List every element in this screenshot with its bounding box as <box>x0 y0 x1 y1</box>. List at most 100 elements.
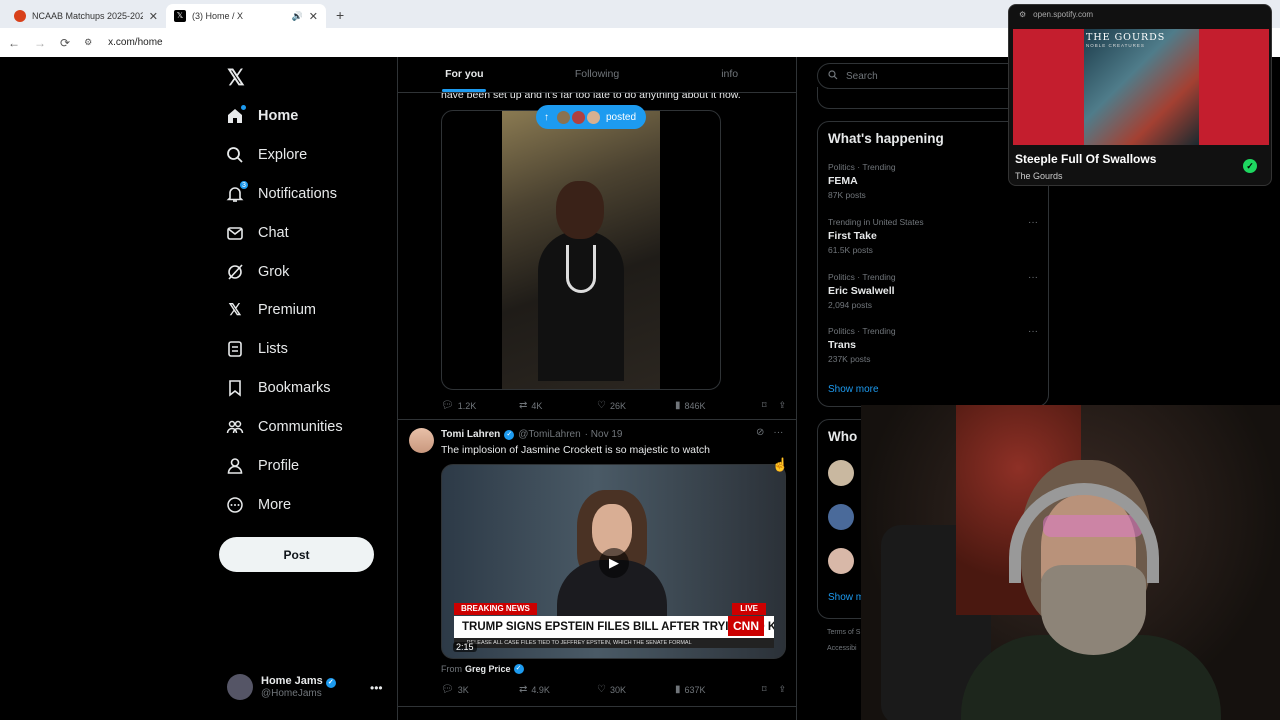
news-ticker: ...RELEASE ALL CASE FILES TIED TO JEFFRE… <box>454 638 774 648</box>
more-circle-icon <box>226 496 244 514</box>
saved-check-icon[interactable]: ✓ <box>1243 159 1257 173</box>
arrow-up-icon: ↑ <box>544 111 549 123</box>
avatar[interactable] <box>828 504 854 530</box>
nav-label: Explore <box>258 147 308 163</box>
reload-icon[interactable]: ⟳ <box>60 36 70 50</box>
speaker-icon[interactable]: 🔊 <box>292 11 303 22</box>
avatar <box>571 109 586 125</box>
account-switcher[interactable]: Home Jams ✓ @HomeJams <box>227 674 336 700</box>
avatar[interactable] <box>828 460 854 486</box>
share-icon[interactable]: ⇪ <box>778 684 786 695</box>
grok-icon[interactable]: ⊘ <box>756 427 764 438</box>
reply-icon: 💬︎ <box>441 400 454 411</box>
nav-bookmarks[interactable]: Bookmarks <box>226 376 331 400</box>
author-name[interactable]: Tomi Lahren <box>441 429 500 440</box>
tweet-text: The implosion of Jasmine Crockett is so … <box>441 444 711 456</box>
track-artist[interactable]: The Gourds <box>1015 171 1063 181</box>
new-tab-button[interactable]: + <box>326 4 354 28</box>
avatar[interactable] <box>409 428 434 453</box>
nav-chat[interactable]: Chat <box>226 221 289 245</box>
show-more-link[interactable]: Show more <box>828 384 879 395</box>
footer-link[interactable]: Terms of S <box>827 629 860 636</box>
profile-icon <box>226 457 244 475</box>
nav-explore[interactable]: Explore <box>226 143 307 167</box>
nav-label: Communities <box>258 419 343 435</box>
section-title: Who <box>828 429 858 444</box>
post-button[interactable]: Post <box>219 537 374 572</box>
repost-button[interactable]: ⇄ 4.9K <box>519 684 597 695</box>
like-button[interactable]: ♡ 30K <box>597 684 675 695</box>
nav-label: Profile <box>258 458 300 474</box>
trend-item[interactable]: Politics · Trending Eric Swalwell 2,094 … <box>828 272 1043 310</box>
tab-favicon-icon <box>14 10 26 22</box>
show-more-link[interactable]: Show m <box>828 592 864 603</box>
tab-info[interactable]: info <box>663 57 796 92</box>
site-info-icon[interactable]: ⚙ <box>84 37 92 48</box>
tweet-actions: 💬︎ 3K ⇄ 4.9K ♡ 30K ▮ 637K ⌑ ⇪ <box>441 684 786 695</box>
nav-premium[interactable]: 𝕏 Premium <box>226 298 316 322</box>
cover-subtitle: NOBLE CREATURES <box>1086 43 1145 48</box>
mail-icon <box>226 224 244 242</box>
cnn-logo: CNN <box>728 616 764 636</box>
account-more-icon[interactable]: ••• <box>370 681 383 695</box>
more-icon[interactable]: ··· <box>1028 217 1038 228</box>
close-tab-icon[interactable]: ✕ <box>149 10 158 23</box>
home-icon <box>226 105 246 125</box>
nav-more[interactable]: More <box>226 493 291 517</box>
address-bar[interactable]: x.com/home <box>108 37 162 48</box>
chyron-headline: TRUMP SIGNS EPSTEIN FILES BILL AFTER TRY… <box>454 616 774 638</box>
bell-icon: 3 <box>226 180 249 203</box>
trend-item[interactable]: Politics · Trending Trans 237K posts ··· <box>828 326 1043 364</box>
spotify-mini-player[interactable]: ⚙ open.spotify.com THE GOURDS NOBLE CREA… <box>1008 4 1272 186</box>
source-name[interactable]: Greg Price <box>465 664 511 674</box>
nav-label: Grok <box>258 264 290 280</box>
share-icon[interactable]: ⇪ <box>778 400 786 411</box>
tweet-actions: 💬︎ 1.2K ⇄ 4K ♡ 26K ▮ 846K ⌑ ⇪ <box>441 400 786 411</box>
tab-for-you[interactable]: For you <box>398 57 531 92</box>
tab-following[interactable]: Following <box>531 57 664 92</box>
close-tab-icon[interactable]: ✕ <box>309 10 318 23</box>
nav-notifications[interactable]: 3 Notifications <box>226 180 337 206</box>
tweet-date[interactable]: · Nov 19 <box>585 429 623 440</box>
nav-communities[interactable]: Communities <box>226 415 343 439</box>
more-icon[interactable]: ··· <box>1028 272 1038 283</box>
nav-profile[interactable]: Profile <box>226 454 299 478</box>
author-handle[interactable]: @TomiLahren <box>518 429 580 440</box>
play-icon[interactable]: ▶ <box>599 548 629 578</box>
x-logo-icon[interactable]: 𝕏 <box>227 65 245 91</box>
tab-title: (3) Home / X <box>192 11 244 21</box>
bookmark-icon[interactable]: ⌑ <box>762 684 767 695</box>
new-posts-pill[interactable]: ↑ posted <box>536 105 647 129</box>
track-title[interactable]: Steeple Full Of Swallows <box>1015 152 1156 166</box>
chart-icon: ▮ <box>675 400 681 411</box>
nav-lists[interactable]: Lists <box>226 337 288 361</box>
views-button[interactable]: ▮ 846K <box>675 400 753 411</box>
like-button[interactable]: ♡ 26K <box>597 400 675 411</box>
more-icon[interactable]: ··· <box>1028 326 1038 337</box>
reply-button[interactable]: 💬︎ 3K <box>441 684 519 695</box>
breaking-news-label: BREAKING NEWS <box>454 603 537 615</box>
browser-tab-ncaab[interactable]: NCAAB Matchups 2025-2026 · ✕ <box>6 4 166 28</box>
views-button[interactable]: ▮ 637K <box>675 684 753 695</box>
footer-link[interactable]: Accessibi <box>827 645 857 652</box>
nav-label: Chat <box>258 225 289 241</box>
nav-label: Bookmarks <box>258 380 331 396</box>
bookmark-icon[interactable]: ⌑ <box>762 400 767 411</box>
forward-icon[interactable]: → <box>34 36 46 50</box>
list-icon <box>226 340 244 358</box>
popup-url: ⚙ open.spotify.com <box>1019 10 1094 19</box>
verified-icon: ✓ <box>513 664 524 674</box>
browser-tab-x-home[interactable]: 𝕏 (3) Home / X 🔊 ✕ <box>166 4 326 28</box>
back-icon[interactable]: ← <box>8 36 20 50</box>
repost-button[interactable]: ⇄ 4K <box>519 400 597 411</box>
tweet-video[interactable]: ▶ BREAKING NEWS LIVE TRUMP SIGNS EPSTEIN… <box>441 464 786 659</box>
search-placeholder: Search <box>846 70 878 82</box>
nav-grok[interactable]: Grok <box>226 260 289 284</box>
nav-home[interactable]: Home <box>226 104 298 128</box>
avatar[interactable] <box>828 548 854 574</box>
tweet-video[interactable] <box>441 110 721 390</box>
trend-item[interactable]: Trending in United States First Take 61.… <box>828 217 1043 255</box>
reply-button[interactable]: 💬︎ 1.2K <box>441 400 519 411</box>
heart-icon: ♡ <box>597 400 606 411</box>
more-icon[interactable]: ··· <box>773 427 783 438</box>
